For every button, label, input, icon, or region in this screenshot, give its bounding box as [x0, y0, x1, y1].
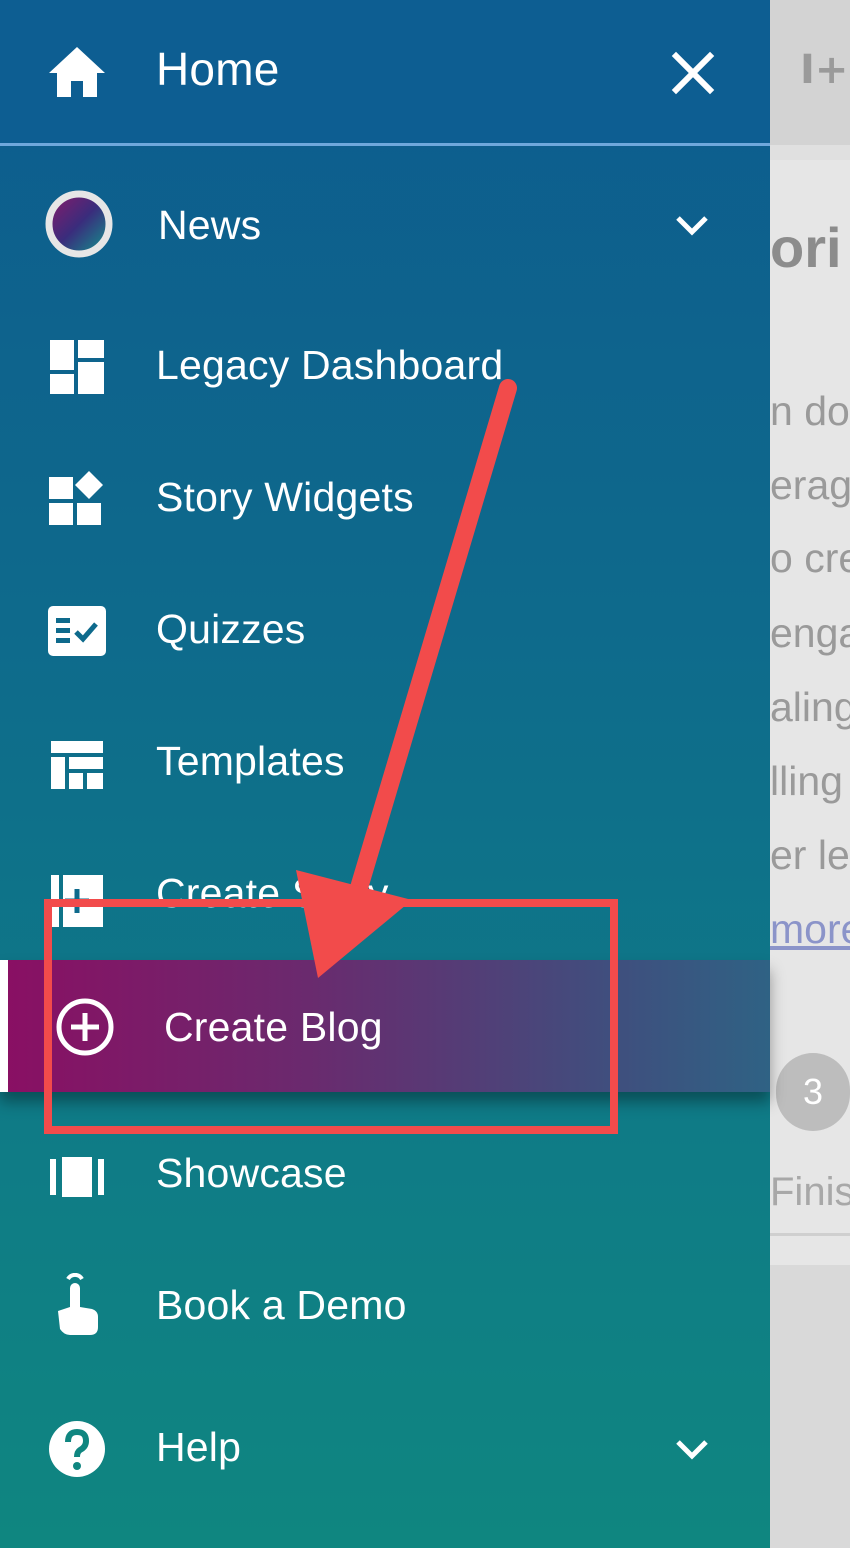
read-more-link[interactable]: more: [770, 906, 850, 953]
sidebar-item-legacy-dashboard[interactable]: Legacy Dashboard: [0, 312, 770, 422]
sidebar-item-templates[interactable]: Templates: [0, 708, 770, 818]
background-text-line: lling: [770, 758, 843, 804]
background-text-line: enga: [770, 610, 850, 656]
chevron-down-icon[interactable]: [672, 206, 712, 246]
drawer-header: Home: [0, 0, 770, 146]
help-icon: [46, 1418, 108, 1480]
sidebar-item-book-a-demo[interactable]: Book a Demo: [0, 1252, 770, 1362]
active-indicator: [0, 960, 8, 1092]
sidebar-item-label: Legacy Dashboard: [156, 342, 504, 388]
sidebar-item-label: Templates: [156, 738, 345, 784]
dashboard-icon: [46, 336, 108, 398]
showcase-carousel-icon: [46, 1146, 108, 1208]
touch-hand-icon: [46, 1273, 108, 1336]
sidebar-item-label: Showcase: [156, 1150, 347, 1196]
sidebar-item-story-widgets[interactable]: Story Widgets: [0, 444, 770, 554]
background-lower-panel: [770, 1265, 850, 1548]
background-text-line: erage: [770, 462, 850, 508]
sidebar-item-news[interactable]: News: [0, 170, 770, 280]
close-icon[interactable]: [668, 48, 718, 98]
background-heading: ori: [770, 216, 842, 279]
sidebar-item-label: Book a Demo: [156, 1282, 407, 1328]
sidebar-item-showcase[interactable]: Showcase: [0, 1120, 770, 1230]
sidebar-item-label: Help: [156, 1424, 242, 1470]
add-story-icon: I+: [800, 47, 849, 93]
sidebar-item-quizzes[interactable]: Quizzes: [0, 576, 770, 686]
annotation-highlight-box: [44, 899, 618, 1134]
sidebar-item-label: Quizzes: [156, 606, 306, 652]
sidebar-item-help[interactable]: Help: [0, 1394, 770, 1504]
background-text-line: er lea: [770, 832, 850, 878]
widgets-icon: [46, 468, 108, 530]
background-text-line: o cre: [770, 535, 850, 581]
quiz-checklist-icon: [46, 600, 108, 662]
sidebar-item-label: Story Widgets: [156, 474, 414, 520]
home-icon: [46, 40, 108, 102]
navigation-drawer: Home News Legacy Dashboard Story Widgets…: [0, 0, 770, 1548]
background-text-line: aling: [770, 684, 850, 730]
chevron-down-icon[interactable]: [672, 1430, 712, 1470]
divider: [770, 1233, 850, 1236]
step-number-badge: 3: [776, 1053, 850, 1131]
step-label: Finis: [770, 1170, 850, 1214]
sidebar-item-label: News: [158, 202, 262, 248]
news-avatar-icon: [44, 189, 114, 259]
home-link[interactable]: Home: [156, 42, 280, 96]
background-text-line: n dor: [770, 388, 850, 434]
templates-icon: [46, 734, 108, 796]
